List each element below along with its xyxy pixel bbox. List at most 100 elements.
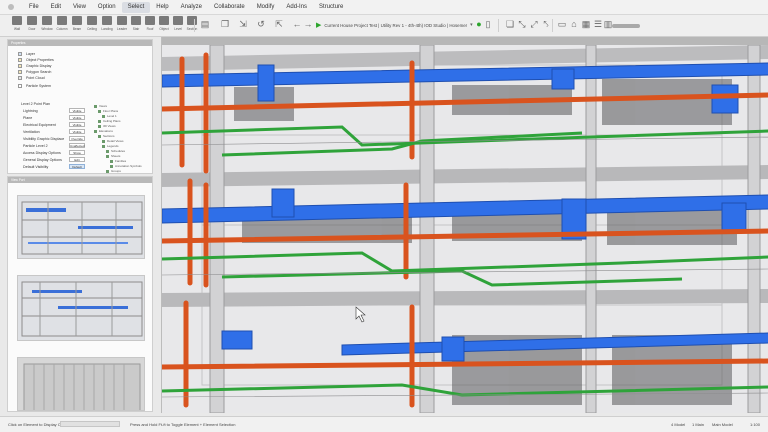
app-window: File Edit View Option Select Help Analyz… bbox=[0, 0, 768, 432]
tool-landing[interactable]: Landing bbox=[100, 16, 114, 31]
menu-select[interactable]: Select bbox=[121, 1, 151, 13]
back-arrow-icon[interactable]: ← bbox=[292, 19, 302, 29]
measure-icon[interactable]: ⤡ bbox=[517, 19, 527, 29]
menu-file[interactable]: File bbox=[23, 2, 45, 13]
tree-item[interactable]: Detail Views bbox=[102, 139, 123, 143]
tree-item[interactable]: Annotation Symbols bbox=[110, 164, 142, 168]
tool-roof[interactable]: Roof bbox=[143, 16, 157, 31]
menu-add-ins[interactable]: Add-Ins bbox=[280, 2, 313, 13]
model-viewport[interactable]: Model Viewport bbox=[161, 37, 768, 413]
schedule-icon[interactable]: ☰ bbox=[593, 19, 603, 29]
zoom-slider[interactable] bbox=[612, 24, 640, 28]
layer-swatch bbox=[18, 76, 22, 80]
status-input-field[interactable] bbox=[60, 421, 120, 427]
chevron-down-icon[interactable]: ▾ bbox=[470, 22, 473, 28]
menu-help[interactable]: Help bbox=[150, 2, 174, 13]
annotate-icon[interactable]: ▭ bbox=[557, 19, 567, 29]
tree-item[interactable]: Floor Plans bbox=[98, 109, 118, 113]
prop-row[interactable]: Access Display Options Show bbox=[23, 150, 85, 155]
tree-item[interactable]: Elevations bbox=[94, 129, 113, 133]
prop-value[interactable]: Visible bbox=[69, 122, 85, 127]
align-icon[interactable]: ⤢ bbox=[529, 19, 539, 29]
forward-arrow-icon[interactable]: → bbox=[303, 19, 313, 29]
layer-item[interactable]: Point Cloud bbox=[18, 76, 45, 80]
tree-item[interactable]: Sheets bbox=[106, 154, 120, 158]
tree-item[interactable]: Schedules bbox=[106, 149, 125, 153]
prop-row[interactable]: Particle Level 2 Unaffected bbox=[23, 143, 85, 148]
layers-icon[interactable]: ▤ bbox=[200, 19, 210, 29]
menu-collaborate[interactable]: Collaborate bbox=[208, 2, 251, 13]
tree-item[interactable]: 3D Views bbox=[98, 124, 116, 128]
layer-item[interactable]: Particle System bbox=[18, 84, 51, 88]
prop-value[interactable]: Show bbox=[69, 150, 85, 155]
prop-value[interactable]: Override bbox=[69, 136, 85, 141]
tool-ceiling[interactable]: Ceiling bbox=[85, 16, 99, 31]
dimension-icon[interactable]: ⤣ bbox=[541, 19, 551, 29]
prop-row[interactable]: Visibility Graphic Displace Override bbox=[23, 136, 85, 141]
layer-item[interactable]: Layer bbox=[18, 52, 35, 56]
prop-row[interactable]: Electrical Equipment Visible bbox=[23, 122, 85, 127]
tool-leader[interactable]: Leader bbox=[115, 16, 129, 31]
menu-bar: File Edit View Option Select Help Analyz… bbox=[0, 0, 768, 15]
prop-value[interactable]: Unaffected bbox=[69, 143, 85, 148]
stair-icon bbox=[131, 16, 141, 25]
menu-analyze[interactable]: Analyze bbox=[175, 2, 208, 13]
tool-stair[interactable]: Stair bbox=[129, 16, 143, 31]
tool-window[interactable]: Window bbox=[40, 16, 54, 31]
tree-item[interactable]: Ceiling Plans bbox=[98, 119, 121, 123]
layer-item[interactable]: Polygon Search bbox=[18, 70, 51, 74]
tree-item[interactable]: Sections bbox=[98, 134, 115, 138]
sidebar-toggle-icon[interactable]: ▯ bbox=[483, 19, 493, 29]
copy-icon[interactable]: ❐ bbox=[220, 19, 230, 29]
toolbar-divider bbox=[194, 19, 195, 32]
menu-edit[interactable]: Edit bbox=[45, 2, 67, 13]
window-icon bbox=[42, 16, 52, 25]
view-thumbnail[interactable] bbox=[17, 275, 145, 341]
layer-item[interactable]: Graphic Display bbox=[18, 64, 51, 68]
prop-value[interactable]: Visible bbox=[69, 108, 85, 113]
prop-row[interactable]: Lightning Visible bbox=[23, 108, 85, 113]
tool-beam[interactable]: Beam bbox=[70, 16, 84, 31]
tree-item[interactable]: Groups bbox=[106, 169, 121, 173]
prop-value[interactable]: Visible bbox=[69, 129, 85, 134]
tool-column[interactable]: Column bbox=[55, 16, 69, 31]
rotate-icon[interactable]: ↺ bbox=[256, 19, 266, 29]
tool-wall[interactable]: Wall bbox=[10, 16, 24, 31]
view-thumbnail[interactable] bbox=[17, 357, 145, 411]
menu-view[interactable]: View bbox=[67, 2, 92, 13]
menu-modify[interactable]: Modify bbox=[251, 2, 281, 13]
layer-item[interactable]: Object Properties bbox=[18, 58, 54, 62]
tool-door[interactable]: Door bbox=[25, 16, 39, 31]
move-icon[interactable]: ⇲ bbox=[238, 19, 248, 29]
roof-icon bbox=[145, 16, 155, 25]
tree-item[interactable]: Families bbox=[110, 159, 126, 163]
project-breadcrumb[interactable]: ▶ Current House Project Test | Utility R… bbox=[316, 19, 488, 31]
prop-value[interactable]: Default bbox=[69, 164, 85, 169]
tool-level[interactable]: Level bbox=[171, 16, 185, 31]
view-thumbnail[interactable] bbox=[17, 195, 145, 259]
prop-value[interactable]: Visible bbox=[69, 115, 85, 120]
prop-row[interactable]: Ventilation Visible bbox=[23, 129, 85, 134]
tool-section[interactable]: Section bbox=[185, 16, 199, 31]
menu-structure[interactable]: Structure bbox=[313, 2, 349, 13]
building-model-render[interactable] bbox=[162, 45, 768, 413]
tag-icon[interactable]: ⌂ bbox=[569, 19, 579, 29]
wall-icon bbox=[12, 16, 22, 25]
layer-swatch bbox=[18, 58, 22, 62]
tree-item[interactable]: Legends bbox=[102, 144, 119, 148]
prop-row[interactable]: Plane Visible bbox=[23, 115, 85, 120]
tree-item[interactable]: Level 1 bbox=[102, 114, 117, 118]
prop-row[interactable]: General Display Options Edit bbox=[23, 157, 85, 162]
export-icon[interactable]: ⇱ bbox=[274, 19, 284, 29]
prop-row[interactable]: Default Visibility Default bbox=[23, 164, 85, 169]
menu-option[interactable]: Option bbox=[92, 2, 122, 13]
play-icon[interactable]: ▶ bbox=[316, 21, 321, 29]
level-icon bbox=[173, 16, 183, 25]
grid-icon[interactable]: ▦ bbox=[581, 19, 591, 29]
paste-icon[interactable]: ❏ bbox=[505, 19, 515, 29]
tool-object[interactable]: Object bbox=[157, 16, 171, 31]
tree-item[interactable]: Views bbox=[94, 104, 107, 108]
ceiling-icon bbox=[87, 16, 97, 25]
layer-swatch bbox=[18, 52, 22, 56]
prop-value[interactable]: Edit bbox=[69, 157, 85, 162]
